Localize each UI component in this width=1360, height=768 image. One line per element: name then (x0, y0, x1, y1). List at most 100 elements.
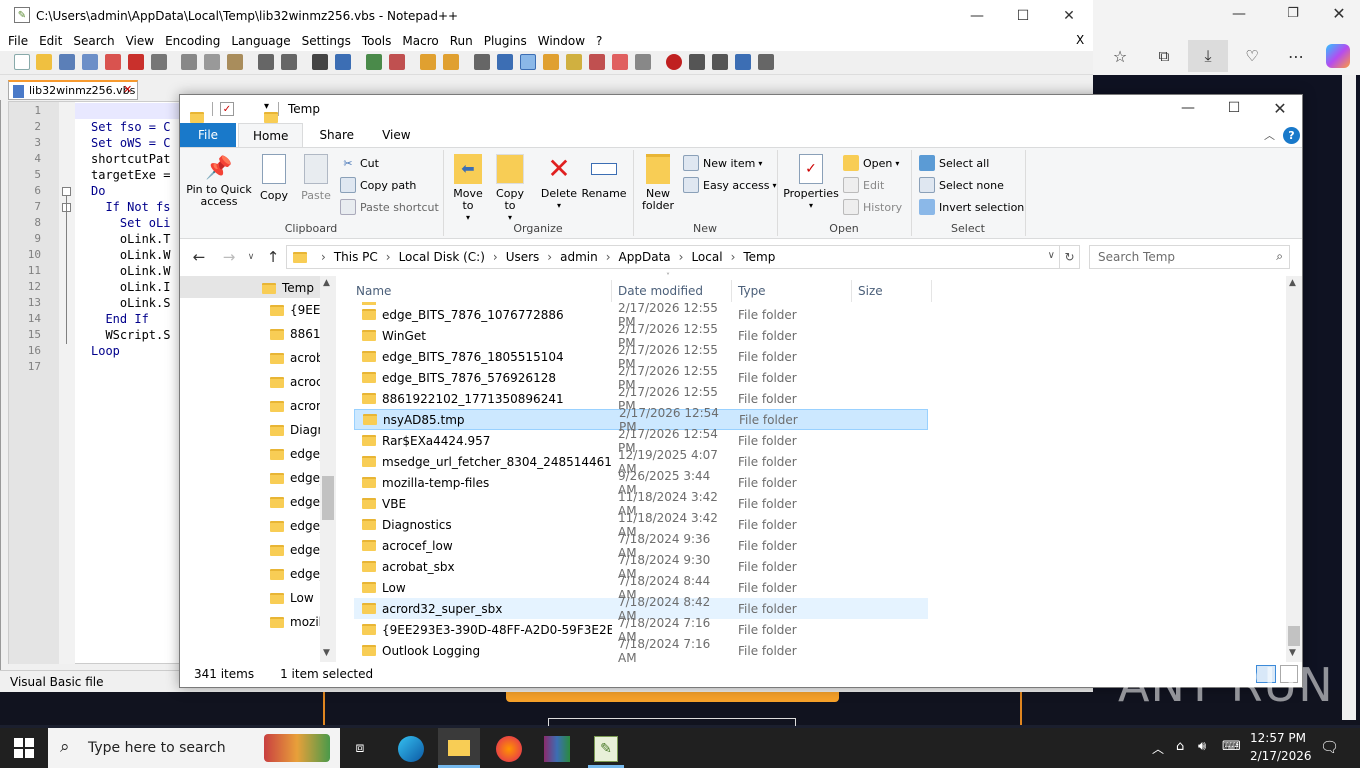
stop-macro-icon[interactable] (689, 54, 705, 70)
new-folder-qat-icon[interactable] (264, 111, 278, 123)
tab-share[interactable]: Share (305, 123, 368, 147)
code-line[interactable]: WScript.S (91, 327, 170, 343)
sync-h-icon[interactable] (443, 54, 459, 70)
ribbon-collapse-icon[interactable]: ︿ (1264, 127, 1275, 143)
copy-button[interactable]: Copy (256, 154, 292, 202)
edit-button[interactable]: Edit (843, 175, 884, 195)
breadcrumb-item[interactable]: admin (560, 250, 598, 264)
close-file-icon[interactable] (105, 54, 121, 70)
notepadpp-close[interactable]: ✕ (1046, 0, 1092, 31)
code-line[interactable]: End If (91, 311, 148, 327)
breadcrumb-separator[interactable]: › (679, 250, 684, 264)
lang-icon[interactable] (543, 54, 559, 70)
menu-close-doc[interactable]: X (1076, 33, 1084, 47)
menu-macro[interactable]: Macro (402, 34, 438, 48)
open-button[interactable]: Open ▾ (843, 153, 899, 173)
menu-window[interactable]: Window (538, 34, 585, 48)
folder-workspace-icon[interactable] (612, 54, 628, 70)
page-outline-button[interactable] (548, 718, 796, 726)
refresh-icon[interactable]: ↻ (1060, 245, 1080, 269)
language-icon[interactable]: ⌨ (1222, 739, 1241, 754)
breadcrumb-item[interactable]: This PC (334, 250, 378, 264)
menu-encoding[interactable]: Encoding (165, 34, 220, 48)
menu-tools[interactable]: Tools (362, 34, 392, 48)
search-box[interactable]: Search Temp ⌕ (1089, 245, 1290, 269)
column-type[interactable]: Type (732, 280, 852, 302)
new-folder-button[interactable]: New folder (638, 154, 678, 212)
notepadpp-taskbar-icon[interactable]: ✎ (594, 736, 618, 762)
up-arrow-icon[interactable]: ↑ (264, 248, 282, 266)
menu-settings[interactable]: Settings (302, 34, 351, 48)
browser-minimize[interactable]: — (1224, 6, 1254, 28)
favorites-icon[interactable]: ☆ (1108, 44, 1132, 68)
code-line[interactable]: Loop (91, 343, 120, 359)
code-line[interactable]: oLink.I (91, 279, 171, 295)
code-line[interactable]: shortcutPat (91, 151, 170, 167)
page-scrollbar[interactable] (1342, 75, 1356, 720)
breadcrumb-separator[interactable]: › (321, 250, 326, 264)
tab-file[interactable]: File (180, 123, 236, 147)
play-macro-icon[interactable] (712, 54, 728, 70)
recent-locations-icon[interactable]: ∨ (245, 250, 257, 264)
rename-button[interactable]: Rename (581, 154, 627, 200)
easy-access-button[interactable]: Easy access ▾ (683, 175, 777, 195)
code-line[interactable]: Set oWS = C (91, 135, 170, 151)
code-line[interactable]: Do (91, 183, 105, 199)
menu-file[interactable]: File (8, 34, 28, 48)
breadcrumb-item[interactable]: Users (506, 250, 540, 264)
file-scroll-down-icon[interactable]: ▼ (1289, 648, 1296, 658)
edge-taskbar-icon[interactable] (398, 736, 424, 762)
function-list-icon[interactable] (589, 54, 605, 70)
breadcrumb-separator[interactable]: › (606, 250, 611, 264)
breadcrumb-item[interactable]: Local (691, 250, 722, 264)
more-icon[interactable]: ⋯ (1284, 44, 1308, 68)
volume-icon[interactable]: 🔊︎ (1198, 739, 1206, 754)
doc-map-icon[interactable] (566, 54, 582, 70)
zoom-in-icon[interactable] (366, 54, 382, 70)
explorer-maximize[interactable]: ☐ (1211, 94, 1257, 122)
menu-view[interactable]: View (126, 34, 154, 48)
new-item-button[interactable]: New item ▾ (683, 153, 762, 173)
file-scroll-thumb[interactable] (1288, 626, 1300, 646)
breadcrumb-item[interactable]: Local Disk (C:) (399, 250, 485, 264)
close-all-icon[interactable] (128, 54, 144, 70)
browser-restore[interactable]: ❐ (1278, 6, 1308, 28)
tab-close-icon[interactable]: ✕ (123, 83, 132, 96)
monitor-icon[interactable] (635, 54, 651, 70)
show-all-chars-icon[interactable] (497, 54, 513, 70)
winrar-taskbar-icon[interactable] (544, 736, 570, 762)
explorer-minimize[interactable]: — (1165, 94, 1211, 122)
clock-date[interactable]: 2/17/2026 (1250, 749, 1312, 763)
breadcrumb-separator[interactable]: › (731, 250, 736, 264)
collections-icon[interactable]: ⧉ (1152, 44, 1176, 68)
menu-help[interactable]: ? (596, 34, 602, 48)
replace-icon[interactable] (335, 54, 351, 70)
select-none-button[interactable]: Select none (919, 175, 1004, 195)
breadcrumb-separator[interactable]: › (493, 250, 498, 264)
undo-icon[interactable] (258, 54, 274, 70)
pin-quick-access-button[interactable]: 📌 Pin to Quick access (186, 154, 252, 208)
tray-chevron-icon[interactable]: ︿ (1152, 740, 1164, 757)
help-icon[interactable]: ? (1283, 127, 1300, 144)
notepadpp-maximize[interactable]: ☐ (1000, 0, 1046, 31)
select-all-button[interactable]: Select all (919, 153, 989, 173)
menu-run[interactable]: Run (450, 34, 473, 48)
code-line[interactable]: Set fso = C (91, 119, 170, 135)
qat-dropdown-icon[interactable]: ▾ (264, 101, 269, 112)
address-dropdown-icon[interactable]: ∨ (1048, 250, 1055, 261)
history-button[interactable]: History (843, 197, 902, 217)
menu-language[interactable]: Language (231, 34, 290, 48)
notifications-icon[interactable]: 🗨︎ (1320, 738, 1339, 756)
tab-view[interactable]: View (368, 123, 424, 147)
menu-plugins[interactable]: Plugins (484, 34, 527, 48)
nav-scroll-up-icon[interactable]: ▲ (323, 278, 330, 288)
paste-button[interactable]: Paste (296, 154, 336, 202)
print-icon[interactable] (151, 54, 167, 70)
file-row[interactable]: Outlook Logging 7/18/2024 7:16 AM File fol… (354, 637, 928, 665)
zoom-out-icon[interactable] (389, 54, 405, 70)
move-to-button[interactable]: ⬅ Move to ▾ (448, 154, 488, 224)
open-file-icon[interactable] (36, 54, 52, 70)
copy-icon[interactable] (204, 54, 220, 70)
browser-close[interactable]: ✕ (1324, 4, 1354, 26)
task-view-icon[interactable]: ⧈ (350, 738, 370, 758)
